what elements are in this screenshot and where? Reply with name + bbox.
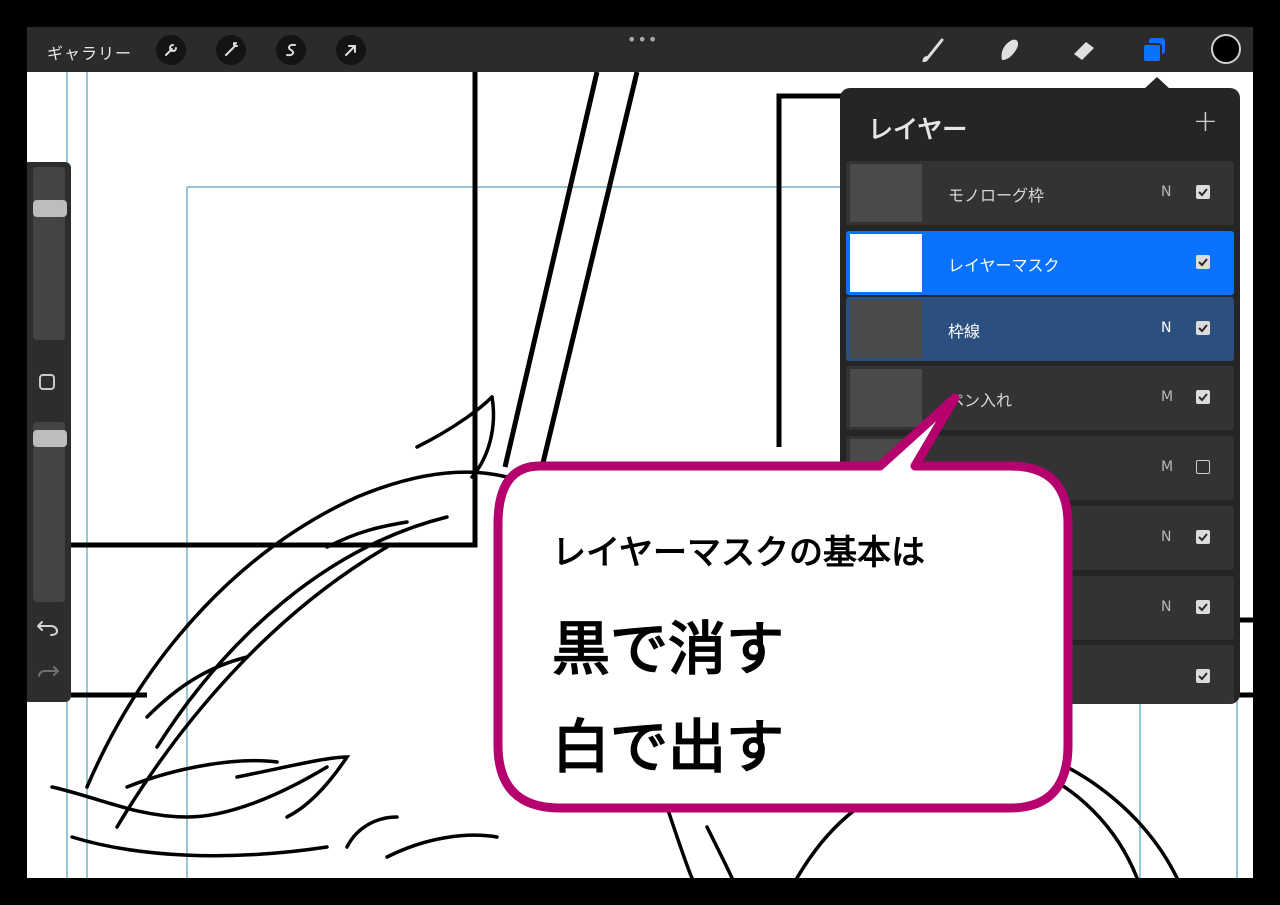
layer-visibility-checkbox[interactable]: [1196, 460, 1210, 474]
layer-visibility-checkbox[interactable]: [1196, 530, 1210, 544]
undo-icon[interactable]: [37, 617, 59, 637]
color-picker-button[interactable]: [1211, 34, 1241, 64]
transform-arrow-icon: [345, 45, 356, 56]
layer-visibility-checkbox[interactable]: [1196, 255, 1210, 269]
layer-thumbnail[interactable]: [850, 369, 922, 427]
brush-tool-button[interactable]: [920, 34, 952, 66]
adjustments-button[interactable]: [216, 35, 246, 65]
modify-button[interactable]: [39, 374, 55, 390]
wrench-icon: [165, 44, 177, 56]
layer-thumbnail[interactable]: [850, 579, 922, 637]
check-icon: [1198, 393, 1208, 402]
left-sidebar: [27, 162, 71, 702]
blend-mode-button[interactable]: N: [1161, 529, 1171, 545]
layer-visibility-checkbox[interactable]: [1196, 669, 1210, 683]
magic-wand-icon: [225, 42, 238, 56]
layer-name: ペン入れ: [948, 391, 1013, 410]
layer-thumbnail[interactable]: [850, 234, 922, 292]
top-toolbar: ギャラリー •••: [27, 27, 1253, 72]
layers-panel: レイヤー + モノローグ枠 N レイヤーマスク 枠線 N ペン入れ M M N N: [840, 88, 1240, 704]
blend-mode-button[interactable]: N: [1161, 320, 1171, 336]
layer-visibility-checkbox[interactable]: [1196, 390, 1210, 404]
layer-row[interactable]: モノローグ枠 N: [846, 161, 1234, 225]
layer-name: モノローグ枠: [948, 186, 1045, 205]
check-icon: [1198, 324, 1208, 333]
layer-visibility-checkbox[interactable]: [1196, 321, 1210, 335]
layer-row[interactable]: M: [846, 436, 1234, 500]
transform-button[interactable]: [336, 35, 366, 65]
layers-tool-button[interactable]: [1139, 34, 1171, 66]
layer-row[interactable]: [846, 645, 1234, 704]
blend-mode-button[interactable]: M: [1161, 459, 1173, 475]
actions-button[interactable]: [156, 35, 186, 65]
more-menu[interactable]: •••: [627, 30, 658, 49]
brush-size-thumb[interactable]: [33, 200, 67, 218]
blend-mode-button[interactable]: N: [1161, 184, 1171, 200]
layer-thumbnail[interactable]: [850, 300, 922, 358]
layer-name: 枠線: [948, 322, 981, 341]
check-icon: [1198, 672, 1208, 681]
selection-icon: [286, 43, 296, 57]
eraser-tool-button[interactable]: [1068, 34, 1100, 66]
selection-button[interactable]: [276, 35, 306, 65]
layer-row[interactable]: ペン入れ M: [846, 366, 1234, 430]
eraser-icon: [1074, 42, 1094, 60]
layer-row[interactable]: レイヤーマスク: [846, 231, 1234, 295]
layer-row[interactable]: 枠線 N: [846, 297, 1234, 361]
smudge-icon: [1001, 39, 1019, 60]
layers-panel-title: レイヤー: [868, 115, 968, 144]
redo-icon[interactable]: [37, 662, 59, 682]
callout-line-2: 黒で消す: [552, 615, 785, 683]
layers-icon: [1142, 38, 1165, 63]
brush-size-slider[interactable]: [33, 167, 65, 340]
check-icon: [1198, 258, 1208, 267]
layer-visibility-checkbox[interactable]: [1196, 600, 1210, 614]
opacity-thumb[interactable]: [33, 430, 67, 448]
layer-thumbnail[interactable]: [850, 439, 922, 497]
layer-thumbnail[interactable]: [850, 164, 922, 222]
layer-row[interactable]: N: [846, 576, 1234, 640]
add-layer-button[interactable]: +: [1193, 104, 1218, 139]
layer-thumbnail[interactable]: [850, 648, 922, 704]
smudge-tool-button[interactable]: [994, 34, 1026, 66]
layer-name: レイヤーマスク: [948, 256, 1060, 275]
gallery-button[interactable]: ギャラリー: [47, 40, 132, 64]
check-icon: [1198, 603, 1208, 612]
layer-visibility-checkbox[interactable]: [1196, 185, 1210, 199]
check-icon: [1198, 188, 1208, 197]
brush-icon: [922, 38, 944, 63]
opacity-slider[interactable]: [33, 422, 65, 602]
check-icon: [1198, 533, 1208, 542]
callout-line-3: 白で出す: [552, 713, 785, 781]
blend-mode-button[interactable]: N: [1161, 599, 1171, 615]
blend-mode-button[interactable]: M: [1161, 389, 1173, 405]
callout-line-1: レイヤーマスクの基本は: [552, 533, 925, 573]
